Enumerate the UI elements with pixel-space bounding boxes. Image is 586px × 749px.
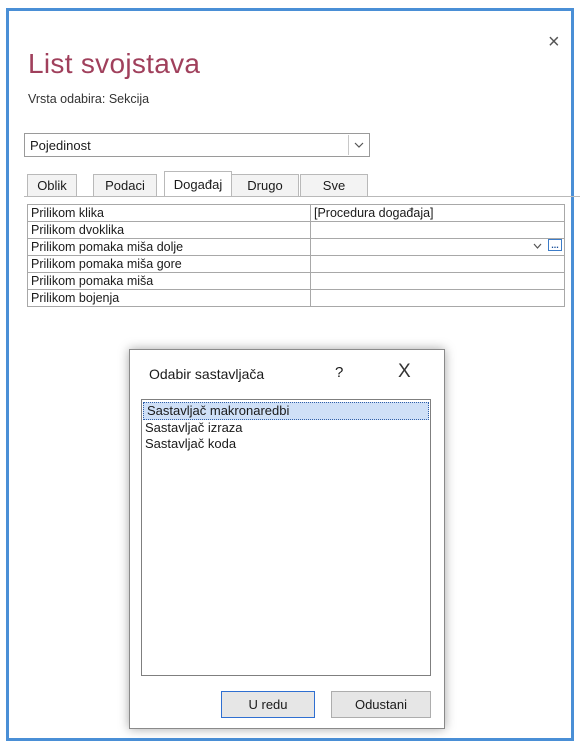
property-name: Prilikom dvoklika (27, 221, 311, 239)
object-select-value: Pojedinost (30, 138, 91, 153)
table-row[interactable]: Prilikom pomaka miša gore (27, 255, 565, 273)
tab-podaci[interactable]: Podaci (93, 174, 157, 196)
list-item-macro-builder[interactable]: Sastavljač makronaredbi (143, 402, 429, 420)
tab-dogadaj[interactable]: Događaj (164, 171, 232, 197)
close-icon[interactable]: × (548, 32, 560, 52)
choose-builder-dialog: Odabir sastavljača ? X Sastavljač makron… (129, 349, 445, 729)
object-select[interactable]: Pojedinost (24, 133, 370, 157)
builder-button[interactable]: ... (548, 239, 562, 251)
list-item-expression-builder[interactable]: Sastavljač izraza (142, 420, 430, 436)
property-value[interactable]: [Procedura događaja] (310, 204, 565, 222)
chevron-down-icon[interactable] (530, 240, 544, 254)
property-name: Prilikom klika (27, 204, 311, 222)
tab-divider (24, 196, 580, 197)
table-row[interactable]: Prilikom klika [Procedura događaja] (27, 204, 565, 222)
tab-sve[interactable]: Sve (300, 174, 368, 196)
property-value[interactable] (310, 272, 565, 290)
property-value-active[interactable]: ... (310, 238, 565, 256)
property-name: Prilikom pomaka miša dolje (27, 238, 311, 256)
chevron-down-icon[interactable] (348, 135, 368, 155)
property-name: Prilikom bojenja (27, 289, 311, 307)
ok-button[interactable]: U redu (221, 691, 315, 718)
property-value[interactable] (310, 255, 565, 273)
selection-type-label: Vrsta odabira: Sekcija (28, 92, 150, 106)
dialog-title: Odabir sastavljača (149, 366, 265, 382)
tab-oblik[interactable]: Oblik (27, 174, 77, 196)
help-icon[interactable]: ? (335, 364, 343, 381)
table-row[interactable]: Prilikom pomaka miša (27, 272, 565, 290)
property-name: Prilikom pomaka miša gore (27, 255, 311, 273)
list-item-code-builder[interactable]: Sastavljač koda (142, 436, 430, 452)
property-value[interactable] (310, 221, 565, 239)
property-grid: Prilikom klika [Procedura događaja] Pril… (27, 204, 565, 307)
panel-title: List svojstava (28, 48, 201, 79)
builder-list[interactable]: Sastavljač makronaredbi Sastavljač izraz… (141, 399, 431, 676)
table-row[interactable]: Prilikom pomaka miša dolje ... (27, 238, 565, 256)
tab-drugo[interactable]: Drugo (231, 174, 299, 196)
close-icon[interactable]: X (398, 361, 411, 383)
table-row[interactable]: Prilikom dvoklika (27, 221, 565, 239)
cancel-button[interactable]: Odustani (331, 691, 431, 718)
property-name: Prilikom pomaka miša (27, 272, 311, 290)
table-row[interactable]: Prilikom bojenja (27, 289, 565, 307)
property-value[interactable] (310, 289, 565, 307)
